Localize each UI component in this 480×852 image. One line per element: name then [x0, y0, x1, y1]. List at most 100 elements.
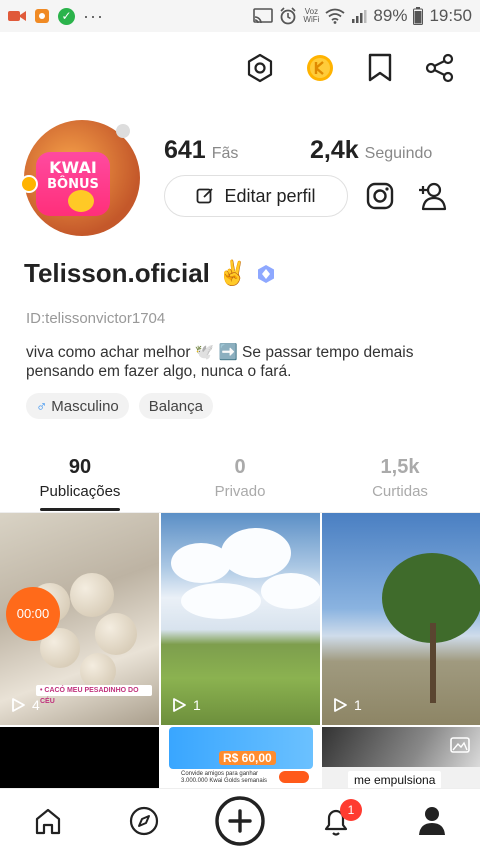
bookmark-icon: [368, 53, 392, 82]
battery-icon: [413, 7, 424, 25]
following-stat[interactable]: 2,4k Seguindo: [310, 136, 432, 165]
timer-badge[interactable]: 00:00: [6, 587, 60, 641]
app-notification-icon: [35, 9, 49, 23]
private-label: Privado: [214, 483, 266, 500]
edit-profile-label: Editar perfil: [224, 185, 316, 206]
play-count-value: 1: [354, 697, 362, 713]
likes-label: Curtidas: [372, 483, 428, 500]
bio: viva como achar melhor 🕊️ ➡️ Se passar t…: [26, 344, 414, 380]
add-friend-icon[interactable]: [416, 180, 448, 212]
status-bar: ✓ ··· Voz WiFi 89% 19:50: [0, 0, 480, 32]
video-camera-icon: [8, 11, 26, 21]
avatar-text-kwai: KWAI: [49, 158, 97, 177]
profile-screen: ✓ ··· Voz WiFi 89% 19:50 KWAI BÔNUS 641 …: [0, 0, 480, 852]
post-thumbnail[interactable]: • CACÓ MEU PESADINHO DO CÉU 00:00 4: [0, 513, 159, 725]
vowifi-icon: Voz WiFi: [303, 8, 319, 24]
post-thumbnail[interactable]: [0, 727, 159, 789]
nav-create[interactable]: [192, 795, 288, 847]
signal-icon: [352, 10, 367, 23]
avatar-text-bonus: BÔNUS: [47, 177, 99, 192]
play-count: 4: [10, 697, 40, 713]
profile-tabs: 90 Publicações 0 Privado 1,5k Curtidas: [0, 452, 480, 510]
more-notifications-icon: ···: [83, 5, 104, 26]
settings-hexagon-icon: [247, 53, 273, 83]
bottom-nav: 1: [0, 788, 480, 852]
post-thumbnail[interactable]: 1: [161, 513, 320, 725]
notification-badge: 1: [340, 798, 362, 821]
share-button[interactable]: [424, 52, 456, 84]
status-right: Voz WiFi 89% 19:50: [253, 6, 472, 26]
thumb-decor: [95, 613, 137, 655]
play-count-value: 4: [32, 697, 40, 713]
male-icon: ♂: [36, 397, 48, 415]
play-icon: [173, 698, 186, 712]
alarm-icon: [280, 7, 296, 25]
vowifi-bottom-label: WiFi: [303, 15, 320, 24]
post-thumbnail[interactable]: me empulsiona: [322, 727, 480, 789]
coins-button[interactable]: [304, 52, 336, 84]
status-left: ✓ ···: [8, 6, 104, 27]
thumb-decor: [181, 583, 261, 619]
play-icon: [334, 698, 347, 712]
edit-profile-button[interactable]: Editar perfil: [164, 175, 348, 217]
name-emoji: ✌️: [217, 260, 248, 287]
clock: 19:50: [429, 6, 472, 25]
check-status-icon: ✓: [58, 7, 75, 25]
thumb-decor: [70, 573, 114, 617]
instagram-icon[interactable]: [364, 180, 396, 212]
post-thumbnail[interactable]: R$ 60,00 Convide amigos para ganhar 3.00…: [161, 727, 320, 789]
promo-message-line2: 3.000.000 Kwai Golds semanais: [181, 778, 268, 784]
wifi-icon: [325, 8, 345, 24]
user-id[interactable]: ID:telissonvictor1704: [26, 310, 165, 327]
avatar-status-dot: [116, 124, 130, 138]
gender-label: Masculino: [51, 397, 119, 415]
share-icon: [425, 53, 454, 83]
thumb-decor: [261, 573, 320, 609]
thumb-decor: [430, 623, 436, 703]
avatar-coin-icon: [68, 190, 94, 212]
followers-stat[interactable]: 641 Fãs: [164, 136, 238, 165]
active-tab-indicator: [40, 508, 120, 511]
followers-count: 641: [164, 136, 206, 164]
nav-discover[interactable]: [96, 805, 192, 837]
create-plus-icon: [215, 795, 265, 846]
followers-label: Fãs: [211, 145, 239, 162]
nav-profile[interactable]: [384, 805, 480, 837]
zodiac-chip: Balança: [138, 393, 213, 419]
tab-publications[interactable]: 90 Publicações: [0, 452, 160, 510]
compass-icon: [129, 806, 159, 835]
play-icon: [12, 698, 25, 712]
tab-likes[interactable]: 1,5k Curtidas: [320, 452, 480, 510]
nav-home[interactable]: [0, 806, 96, 836]
thumb-decor: [221, 528, 291, 578]
profile-name: Telisson.oficial: [24, 258, 210, 288]
play-count: 1: [171, 697, 201, 713]
post-thumbnail[interactable]: 1: [322, 513, 480, 725]
cast-icon: [253, 8, 274, 24]
promo-message-line1: Convide amigos para ganhar: [181, 771, 259, 777]
verified-hexagon-icon[interactable]: [256, 264, 276, 284]
publications-label: Publicações: [39, 483, 121, 500]
play-count: 1: [332, 697, 362, 713]
post-caption: • CACÓ MEU PESADINHO DO CÉU: [36, 685, 152, 705]
following-count: 2,4k: [310, 136, 359, 164]
home-icon: [35, 808, 61, 834]
profile-icon: [419, 806, 445, 835]
following-label: Seguindo: [364, 145, 433, 162]
edit-icon: [197, 188, 214, 204]
thumb-decor: [80, 653, 116, 689]
battery-percent: 89%: [373, 6, 408, 25]
promo-amount: R$ 60,00: [219, 751, 276, 765]
likes-count: 1,5k: [380, 456, 420, 478]
promo-message: Convide amigos para ganhar 3.000.000 Kwa…: [181, 771, 267, 785]
nav-notifications[interactable]: 1: [288, 798, 384, 837]
zodiac-label: Balança: [148, 397, 203, 415]
post-tag: me empulsiona: [348, 771, 442, 789]
tab-private[interactable]: 0 Privado: [160, 452, 320, 510]
private-count: 0: [234, 456, 246, 478]
profile-tags: ♂ Masculino Balança: [26, 393, 213, 419]
settings-button[interactable]: [244, 52, 276, 84]
saved-button[interactable]: [364, 52, 396, 84]
profile-name-row: Telisson.oficial ✌️: [24, 258, 276, 289]
posts-grid: • CACÓ MEU PESADINHO DO CÉU 00:00 4 1 1: [0, 513, 480, 789]
